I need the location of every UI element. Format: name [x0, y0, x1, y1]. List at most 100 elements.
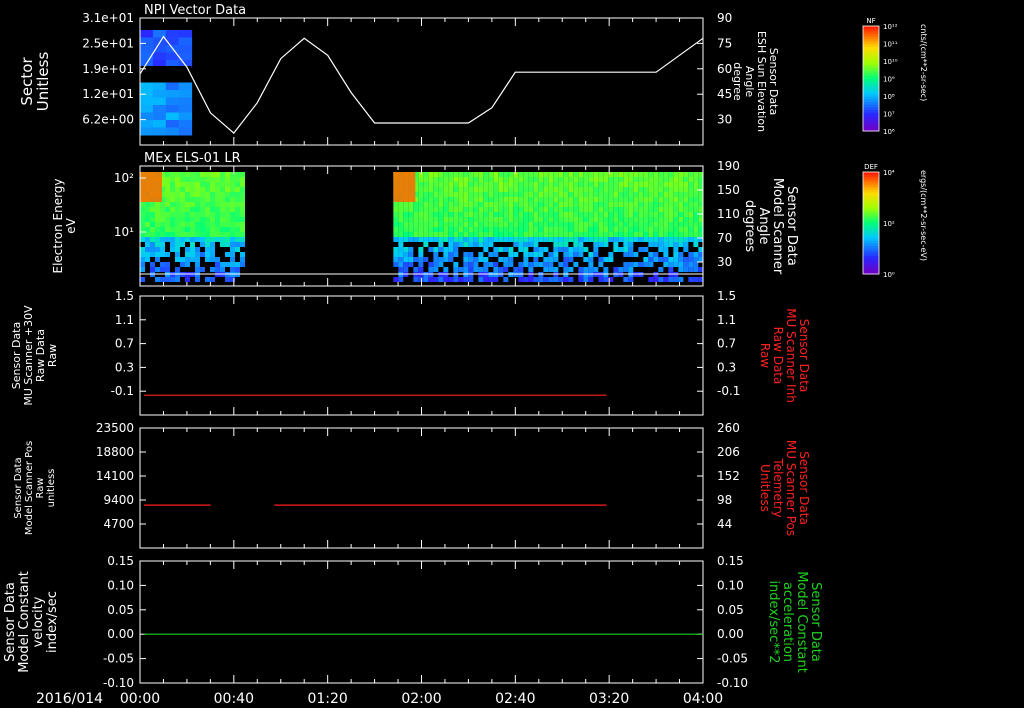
spectrogram-cell	[423, 237, 429, 242]
spectrogram-cell	[418, 247, 424, 252]
spectrogram-cell	[403, 252, 409, 257]
spectrogram-cell	[678, 237, 684, 242]
spectrogram-cell	[463, 197, 469, 202]
spectrogram-cell	[688, 252, 694, 257]
time-tick-label: 02:00	[401, 691, 441, 707]
spectrogram-cell	[628, 237, 634, 242]
spectrogram-cell	[195, 277, 200, 282]
heatmap-cell	[140, 37, 154, 46]
spectrogram-cell	[583, 212, 589, 217]
spectrogram-cell	[498, 177, 504, 182]
spectrogram-cell	[653, 182, 659, 187]
spectrogram-cell	[493, 197, 499, 202]
spectrogram-cell	[573, 222, 579, 227]
spectrogram-cell	[628, 252, 634, 257]
spectrogram-cell	[668, 182, 674, 187]
spectrogram-cell	[230, 222, 235, 227]
spectrogram-cell	[488, 207, 494, 212]
spectrogram-cell	[220, 237, 225, 242]
spectrogram-cell	[663, 187, 669, 192]
spectrogram-cell	[190, 252, 195, 257]
spectrogram-cell	[235, 222, 240, 227]
y-axis-label-right: index/sec**2	[766, 580, 781, 663]
spectrogram-cell	[240, 237, 245, 242]
spectrogram-cell	[553, 247, 559, 252]
spectrogram-cell	[503, 177, 509, 182]
spectrogram-cell	[453, 262, 459, 267]
spectrogram-cell	[473, 207, 479, 212]
spectrogram-cell	[613, 222, 619, 227]
spectrogram-cell	[543, 277, 549, 282]
spectrogram-cell	[523, 187, 529, 192]
spectrogram-cell	[473, 232, 479, 237]
spectrogram-cell	[478, 227, 484, 232]
spectrogram-cell	[598, 212, 604, 217]
spectrogram-cell	[683, 202, 689, 207]
spectrogram-cell	[458, 177, 464, 182]
spectrogram-cell	[558, 202, 564, 207]
spectrogram-cell	[398, 217, 404, 222]
spectrogram-cell	[463, 252, 469, 257]
spectrogram-cell	[548, 227, 554, 232]
spectrogram-cell	[205, 172, 210, 177]
spectrogram-cell	[513, 187, 519, 192]
spectrogram-cell	[538, 227, 544, 232]
spectrogram-cell	[638, 182, 644, 187]
spectrogram-cell	[215, 222, 220, 227]
spectrogram-cell	[488, 277, 494, 282]
spectrogram-cell	[225, 177, 230, 182]
spectrogram-cell	[668, 197, 674, 202]
colorbar-tick-label: 10⁹	[883, 76, 895, 84]
spectrogram-cell	[493, 227, 499, 232]
spectrogram-cell	[428, 192, 434, 197]
spectrogram-cell	[468, 217, 474, 222]
spectrogram-cell	[563, 207, 569, 212]
spectrogram-cell	[145, 207, 150, 212]
spectrogram-cell	[230, 242, 235, 247]
spectrogram-cell	[633, 187, 639, 192]
spectrogram-cell	[195, 177, 200, 182]
spectrogram-cell	[623, 247, 629, 252]
spectrogram-cell	[518, 192, 524, 197]
spectrogram-cell	[498, 197, 504, 202]
spectrogram-cell	[528, 232, 534, 237]
spectrogram-cell	[598, 177, 604, 182]
spectrogram-cell	[433, 207, 439, 212]
spectrogram-cell	[618, 222, 624, 227]
spectrogram-cell	[683, 257, 689, 262]
spectrogram-cell	[458, 212, 464, 217]
spectrogram-cell	[418, 202, 424, 207]
spectrogram-cell	[603, 257, 609, 262]
spectrogram-cell	[438, 217, 444, 222]
colorbar-tick-label: 10¹⁰	[883, 58, 898, 66]
spectrogram-cell	[513, 227, 519, 232]
spectrogram-cell	[608, 217, 614, 222]
spectrogram-cell	[473, 222, 479, 227]
spectrogram-cell	[190, 217, 195, 222]
spectrogram-cell	[190, 212, 195, 217]
y-tick-label-right: 60	[717, 62, 732, 76]
spectrogram-cell	[608, 202, 614, 207]
spectrogram-cell	[578, 212, 584, 217]
spectrogram-cell	[210, 197, 215, 202]
spectrogram-cell	[145, 227, 150, 232]
spectrogram-cell	[498, 247, 504, 252]
spectrogram-cell	[433, 237, 439, 242]
spectrogram-cell	[683, 172, 689, 177]
spectrogram-cell	[588, 227, 594, 232]
spectrogram-cell	[663, 192, 669, 197]
spectrogram-cell	[443, 197, 449, 202]
spectrogram-cell	[408, 207, 414, 212]
spectrogram-cell	[175, 237, 180, 242]
spectrogram-cell	[488, 232, 494, 237]
heatmap-cell	[178, 127, 193, 136]
spectrogram-cell	[678, 262, 684, 267]
spectrogram-cell	[648, 262, 654, 267]
spectrogram-cell	[498, 207, 504, 212]
spectrogram-cell	[463, 192, 469, 197]
spectrogram-cell	[568, 247, 574, 252]
spectrogram-cell	[438, 172, 444, 177]
spectrogram-cell	[413, 232, 419, 237]
spectrogram-cell	[488, 187, 494, 192]
spectrogram-cell	[598, 242, 604, 247]
